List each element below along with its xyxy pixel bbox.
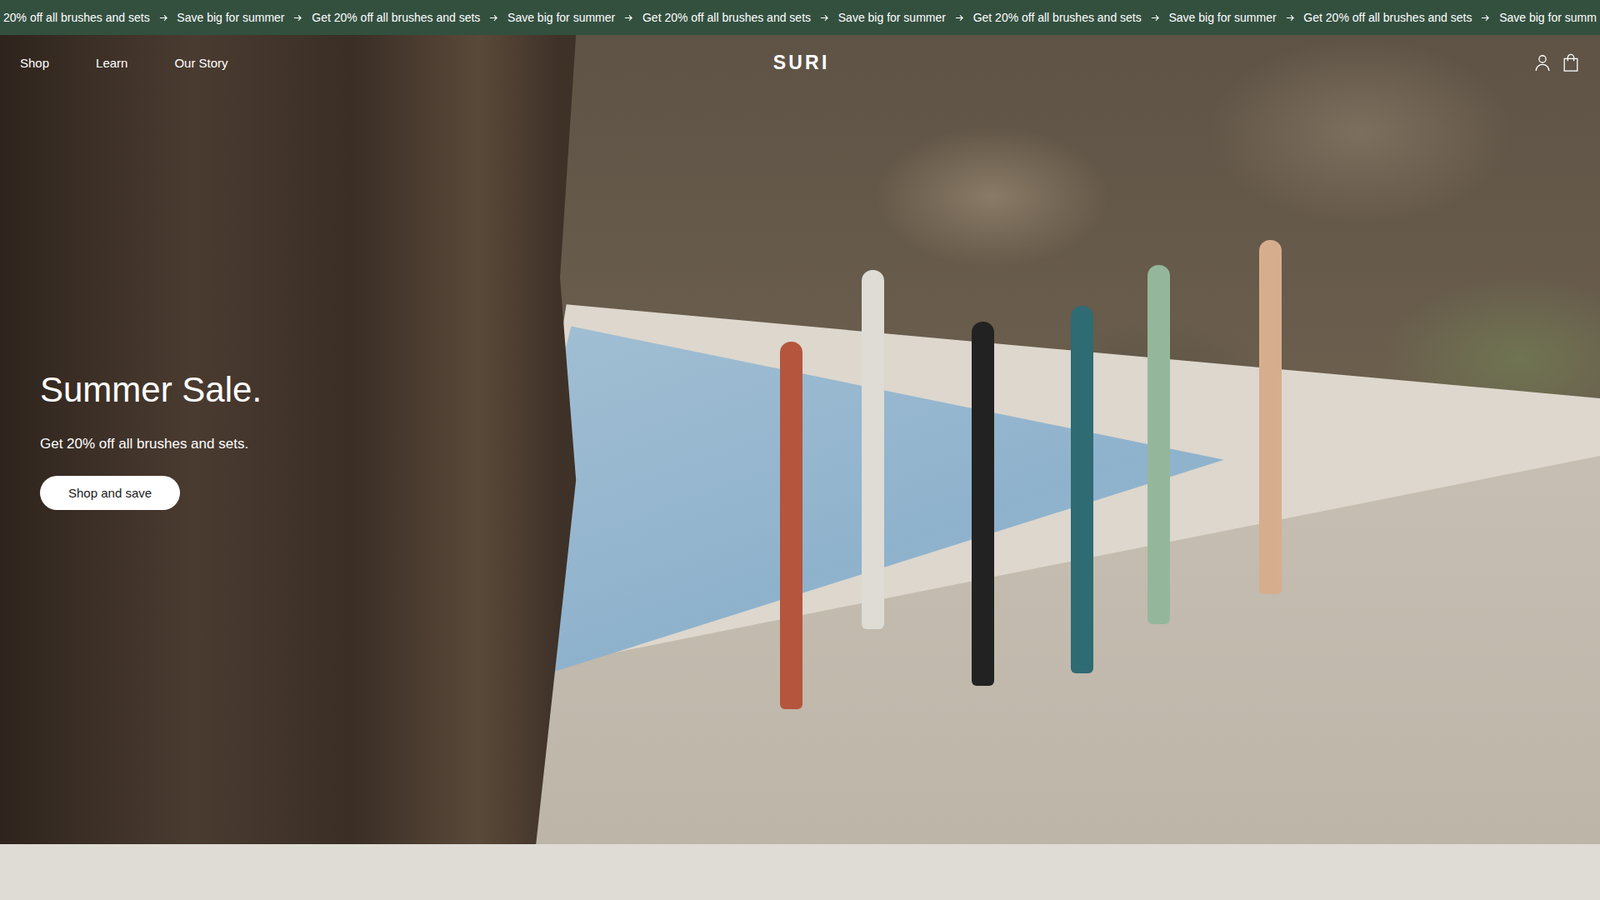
- logo[interactable]: SURI: [770, 51, 830, 75]
- arrow-right-icon: [1150, 13, 1160, 23]
- arrow-right-icon: [489, 13, 499, 23]
- announcement-item[interactable]: Get 20% off all brushes and sets: [642, 10, 811, 25]
- hero: Shop Learn Our Story SURI Summer Sale. Get…: [0, 35, 1600, 845]
- arrow-right-icon: [293, 13, 303, 23]
- nav-links: Shop Learn Our Story: [20, 55, 770, 70]
- announcement-item[interactable]: Get 20% off all brushes and sets: [311, 10, 480, 25]
- hero-copy: Summer Sale. Get 20% off all brushes and…: [0, 90, 1600, 510]
- hero-subtitle: Get 20% off all brushes and sets.: [40, 434, 249, 455]
- hero-title: Summer Sale.: [40, 369, 262, 411]
- announcement-item[interactable]: Get 20% off all brushes and sets: [973, 10, 1142, 25]
- shop-button[interactable]: Shop and save: [40, 475, 180, 510]
- cart-bag-icon[interactable]: [1561, 52, 1580, 73]
- announcement-item[interactable]: Save big for summer: [507, 10, 615, 25]
- arrow-right-icon: [159, 13, 169, 23]
- nav-link[interactable]: Learn: [95, 55, 128, 70]
- announcement-item[interactable]: Save big for summer: [838, 10, 946, 25]
- account-icon[interactable]: [1533, 52, 1552, 73]
- arrow-right-icon: [624, 13, 634, 23]
- arrow-right-icon: [820, 13, 830, 23]
- announcement-item[interactable]: Get 20% off all brushes and sets: [1303, 10, 1472, 25]
- nav-link[interactable]: Our Story: [174, 55, 228, 70]
- announcement-item[interactable]: 20% off all brushes and sets: [3, 10, 150, 25]
- announcement-item[interactable]: Save big for summer: [176, 10, 285, 25]
- main-nav: Shop Learn Our Story SURI: [0, 35, 1600, 90]
- announcement-item[interactable]: Save big for summ: [1499, 10, 1597, 25]
- nav-link[interactable]: Shop: [20, 55, 50, 70]
- arrow-right-icon: [1285, 13, 1295, 23]
- page: 20% off all brushes and sets Save big fo…: [0, 0, 1600, 900]
- announcement-item[interactable]: Save big for summer: [1168, 10, 1276, 25]
- next-section: [0, 844, 1600, 900]
- arrow-right-icon: [1480, 13, 1490, 23]
- nav-icons: [830, 52, 1580, 73]
- announcement-bar: 20% off all brushes and sets Save big fo…: [0, 0, 1600, 35]
- arrow-right-icon: [955, 13, 965, 23]
